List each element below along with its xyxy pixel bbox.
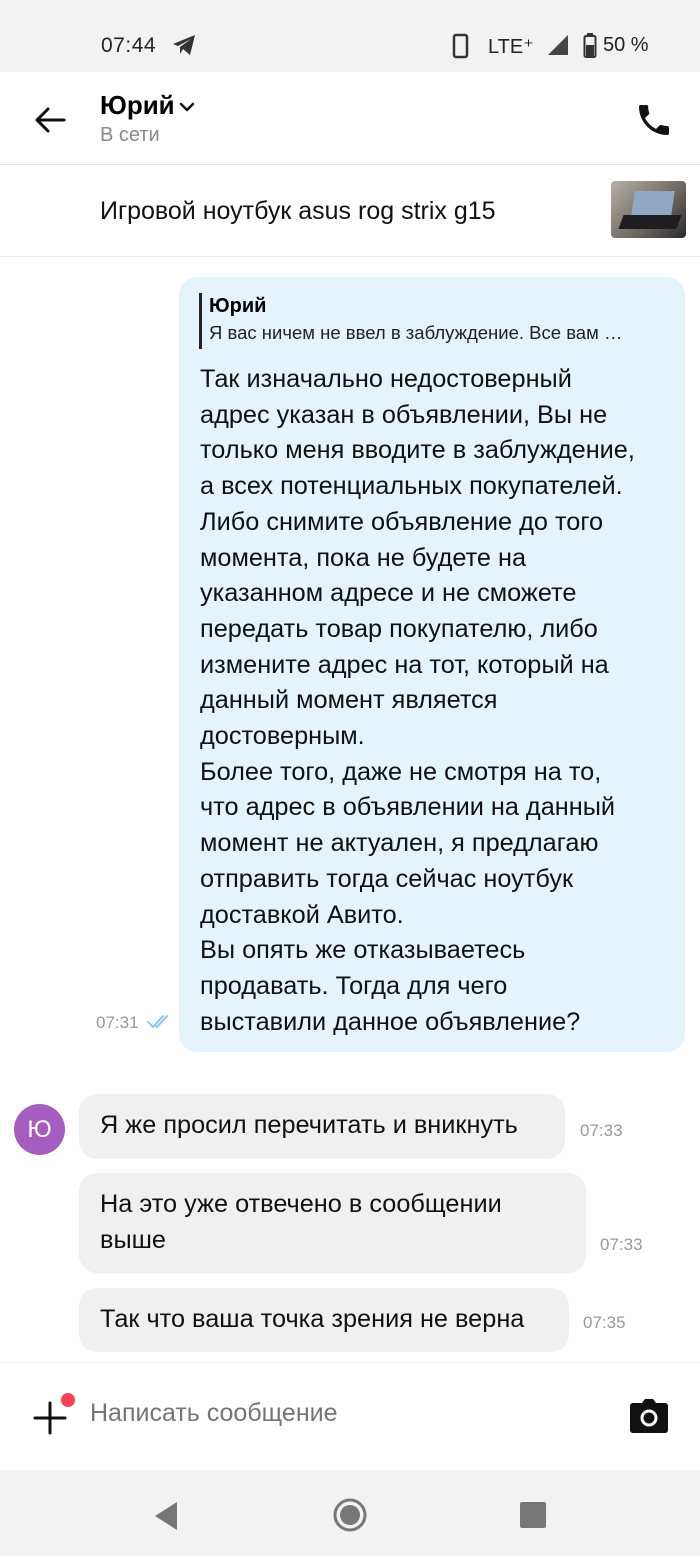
incoming-message[interactable]: Я же просил перечитать и вникнуть [79,1094,565,1159]
listing-title[interactable]: Игровой ноутбук asus rog strix g15 [100,197,496,226]
arrow-left-icon[interactable] [34,106,66,139]
message-input[interactable] [90,1399,550,1428]
contact-status: В сети [100,124,160,146]
nav-recents-icon[interactable] [520,1502,546,1528]
network-type: LTE⁺ [488,36,534,58]
message-time: 07:31 [96,1013,139,1032]
avatar[interactable]: Ю [14,1104,65,1155]
status-time: 07:44 [101,34,157,57]
plus-icon[interactable] [33,1401,67,1440]
nav-home-icon[interactable] [332,1497,368,1538]
listing-banner[interactable]: Игровой ноутбук asus rog strix g15 [0,164,700,257]
message-time: 07:33 [580,1121,623,1140]
camera-icon[interactable] [630,1399,668,1438]
quoted-message[interactable]: Юрий Я вас ничем не ввел в заблуждение. … [199,293,669,349]
telegram-icon [171,33,197,62]
incoming-message[interactable]: Так что ваша точка зрения не верна [79,1288,569,1352]
listing-thumbnail[interactable] [611,181,686,238]
contact-name[interactable]: Юрий [100,90,175,121]
quote-author: Юрий [209,295,267,317]
vibrate-phone-icon [452,33,470,64]
battery-percent: 50 % [603,34,649,56]
laptop-screen [631,191,675,215]
quote-text: Я вас ничем не ввел в заблуждение. Все в… [209,322,623,343]
message-text: Так изначально недостоверный адрес указа… [200,365,635,1036]
notification-dot [61,1393,75,1407]
status-bar: 07:44 LTE⁺ 50 % [0,0,700,72]
message-time: 07:33 [600,1235,643,1254]
double-check-icon [146,1014,172,1035]
outgoing-message[interactable]: Юрий Я вас ничем не ввел в заблуждение. … [179,277,685,1052]
incoming-message[interactable]: На это уже отвечено в сообщении выше [79,1173,586,1273]
message-composer [0,1362,700,1471]
signal-icon [546,34,570,61]
nav-back-icon[interactable] [151,1500,181,1537]
chevron-down-icon[interactable] [178,100,196,118]
message-time: 07:35 [583,1313,626,1332]
phone-icon[interactable] [634,100,674,145]
system-navigation-bar [0,1470,700,1556]
chat-header: Юрий В сети [0,72,700,165]
battery-icon [583,33,599,64]
laptop-base [618,215,682,229]
